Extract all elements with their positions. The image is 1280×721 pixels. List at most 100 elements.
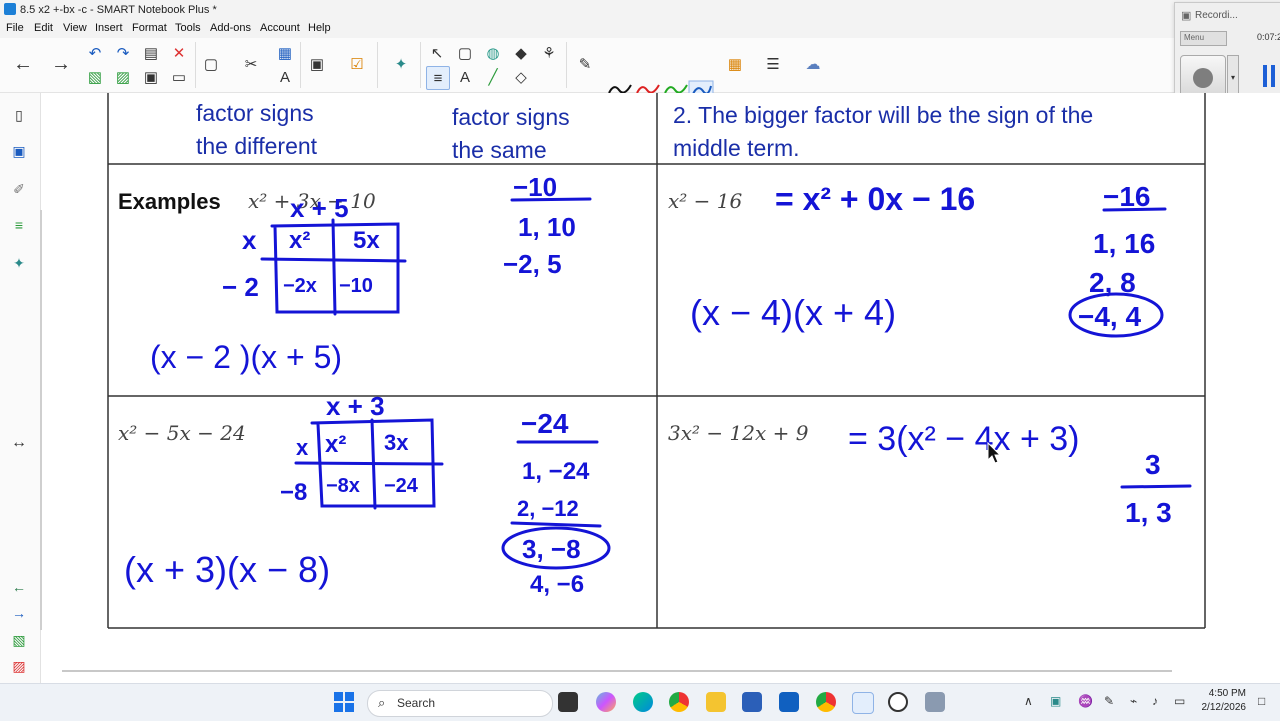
ink-box-side-3a: x — [296, 435, 309, 460]
ink-factors-3-1: 1, −24 — [522, 458, 590, 485]
taskbar-search-box[interactable]: ⌕ Search — [367, 690, 553, 717]
notifications-icon[interactable]: □ — [1258, 694, 1265, 708]
colors-icon[interactable]: ▦ — [724, 53, 746, 75]
clear-ink-icon[interactable]: ✂ — [240, 53, 262, 75]
cloud-icon[interactable]: ☁ — [802, 53, 824, 75]
menu-help[interactable]: Help — [308, 22, 331, 34]
eraser-icon[interactable]: ◆ — [510, 42, 532, 64]
menu-account[interactable]: Account — [260, 22, 300, 34]
copilot-icon[interactable] — [596, 692, 616, 712]
display-icon[interactable]: ▭ — [168, 66, 190, 88]
panel-resize-icon[interactable]: ↔ — [9, 433, 29, 453]
ink-answer-1: (x − 2 )(x + 5) — [150, 339, 342, 375]
back-icon[interactable]: ← — [12, 53, 34, 75]
magic-pen-icon[interactable]: ⚘ — [538, 42, 560, 64]
properties-icon[interactable]: ≡ — [9, 215, 29, 235]
line-icon[interactable]: ╱ — [482, 66, 504, 88]
store-icon[interactable] — [742, 692, 762, 712]
gallery-icon[interactable]: ▣ — [9, 141, 29, 161]
ink-factors-2-1: 1, 16 — [1093, 228, 1155, 259]
ink-box-top-1: x + 5 — [290, 193, 349, 223]
text-icon[interactable]: A — [454, 66, 476, 88]
notebook-canvas[interactable]: factor signs the different factor signs … — [42, 93, 1280, 683]
measurement-icon[interactable]: ☑ — [346, 53, 368, 75]
menu-edit[interactable]: Edit — [34, 22, 53, 34]
add-page-icon[interactable]: ▧ — [9, 630, 29, 650]
menu-tools[interactable]: Tools — [175, 22, 201, 34]
attachments-icon[interactable]: ✐ — [9, 179, 29, 199]
header-right-line2: middle term. — [673, 135, 800, 161]
accessibility-icon[interactable]: ♒ — [1078, 694, 1093, 708]
title-bar: 8.5 x2 +-bx -c - SMART Notebook Plus * — [0, 0, 1280, 20]
screen-capture-icon[interactable]: ▢ — [200, 53, 222, 75]
window-title: 8.5 x2 +-bx -c - SMART Notebook Plus * — [20, 4, 217, 16]
next-page-icon[interactable]: → — [9, 603, 29, 623]
edge-icon[interactable] — [633, 692, 653, 712]
windows-taskbar: ⌕ Search ∧ ▣ ♒ ✎ ⌁ ♪ ▭ 4:50 PM 2/12/2026… — [0, 683, 1280, 721]
windows-start-icon[interactable] — [334, 692, 354, 712]
horizontal-scrollbar[interactable] — [62, 670, 1172, 672]
wifi-icon[interactable]: ⌁ — [1130, 694, 1137, 708]
delete-page-icon[interactable]: ▨ — [9, 656, 29, 676]
header-mid-line2: the same — [452, 137, 547, 163]
examples-label: Examples — [118, 189, 221, 214]
menu-insert[interactable]: Insert — [95, 22, 123, 34]
add-ons-icon[interactable]: ✦ — [9, 253, 29, 273]
record-dot-icon — [1193, 68, 1213, 88]
taskbar-clock[interactable]: 4:50 PM 2/12/2026 — [1196, 687, 1247, 715]
smart-notebook-taskbar-icon[interactable] — [852, 692, 874, 714]
show-hidden-icons[interactable]: ∧ — [1024, 694, 1033, 708]
pen-menu-icon[interactable]: ✎ — [1104, 694, 1114, 708]
delete-icon[interactable]: ✕ — [168, 42, 190, 64]
forward-icon[interactable]: → — [50, 53, 72, 75]
ink-answer-2: (x − 4)(x + 4) — [690, 292, 896, 333]
menu-file[interactable]: File — [6, 22, 24, 34]
menu-add-ons[interactable]: Add-ons — [210, 22, 251, 34]
ink-factors-4-1: 1, 3 — [1125, 497, 1172, 528]
pen-app-icon[interactable] — [888, 692, 908, 712]
line-style-icon[interactable]: ☰ — [762, 53, 784, 75]
recorder-app-icon[interactable] — [925, 692, 945, 712]
outlook-icon[interactable] — [779, 692, 799, 712]
redo-icon[interactable]: ↷ — [112, 42, 134, 64]
handwriting-icon[interactable]: A — [274, 66, 296, 88]
menu-bar: File Edit View Insert Format Tools Add-o… — [0, 20, 1280, 38]
file-explorer-icon[interactable] — [706, 692, 726, 712]
page-sorter-icon[interactable]: ▯ — [9, 105, 29, 125]
menu-view[interactable]: View — [63, 22, 87, 34]
export-icon[interactable]: ▨ — [112, 66, 134, 88]
save-icon[interactable]: ▣ — [140, 66, 162, 88]
erase-icon[interactable]: ◇ — [510, 66, 532, 88]
fill-icon[interactable]: ◍ — [482, 42, 504, 64]
ink-answer-3: (x + 3)(x − 8) — [124, 549, 330, 590]
expression-4: 3x² − 12x + 9 — [668, 421, 809, 445]
smart-notebook-icon — [4, 3, 16, 15]
ink-factors-3-3: 3, −8 — [522, 534, 581, 564]
shapes-icon[interactable]: ▢ — [454, 42, 476, 64]
chrome-icon[interactable] — [669, 692, 689, 712]
previous-page-icon[interactable]: ← — [9, 577, 29, 597]
ink-rewrite-2: = x² + 0x − 16 — [775, 181, 975, 217]
ink-factors-1-0: −10 — [513, 172, 557, 202]
menu-format[interactable]: Format — [132, 22, 167, 34]
document-camera-icon[interactable]: ▣ — [306, 53, 328, 75]
battery-icon[interactable]: ▭ — [1174, 694, 1185, 708]
activities-icon[interactable]: ✦ — [390, 53, 412, 75]
volume-icon[interactable]: ♪ — [1152, 694, 1158, 708]
select-icon[interactable]: ↖ — [426, 42, 448, 64]
task-view-icon[interactable] — [558, 692, 578, 712]
header-left-line2: the different — [196, 133, 318, 159]
pause-icon[interactable] — [1263, 65, 1277, 87]
ink-box-cell-1-1: 5x — [353, 227, 380, 254]
chrome-profile-icon[interactable] — [816, 692, 836, 712]
pen-tool-icon[interactable]: ✎ — [574, 53, 596, 75]
undo-icon[interactable]: ↶ — [84, 42, 106, 64]
ink-box-cell-1-0: x² — [289, 227, 310, 254]
pens-icon[interactable]: ≡ — [426, 66, 450, 90]
recorder-menu-dropdown[interactable]: Menu — [1180, 31, 1227, 46]
import-icon[interactable]: ▧ — [84, 66, 106, 88]
tray-app-icon[interactable]: ▣ — [1050, 694, 1061, 708]
add-page-icon[interactable]: ▤ — [140, 42, 162, 64]
ink-factors-3-0: −24 — [521, 408, 569, 439]
table-icon[interactable]: ▦ — [274, 42, 296, 64]
